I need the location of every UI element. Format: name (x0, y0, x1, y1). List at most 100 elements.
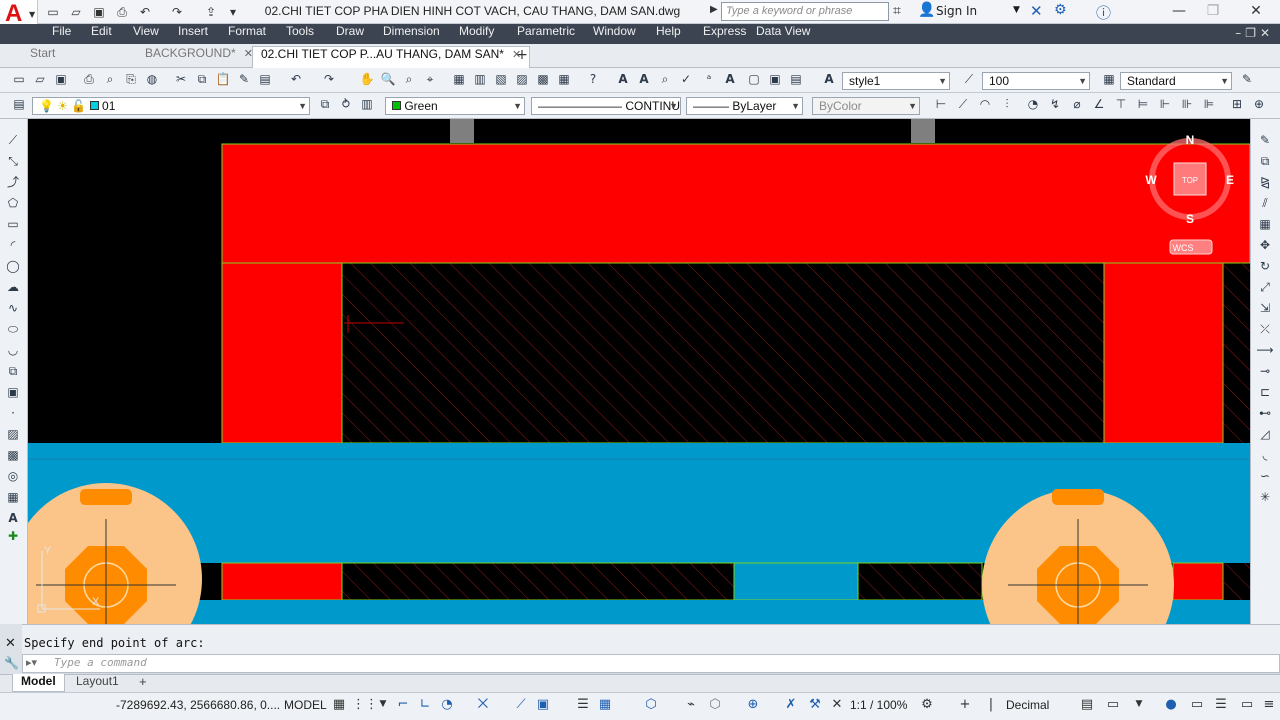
tab-start[interactable]: Start (22, 46, 63, 68)
menu-window[interactable]: Window (593, 24, 636, 44)
search-input[interactable]: Type a keyword or phrase (721, 2, 889, 21)
tab-layout1[interactable]: Layout1 (68, 674, 127, 692)
linetype-select[interactable]: ——————— CONTINUOUS ▼ (531, 97, 681, 115)
quick-properties-icon[interactable]: ▤ (1078, 696, 1096, 714)
menu-draw[interactable]: Draw (336, 24, 364, 44)
mtext-icon[interactable]: A (4, 510, 22, 528)
point-icon[interactable]: · (4, 405, 22, 423)
tab-current-drawing[interactable]: 02.CHI TIET COP P...AU THANG, DAM SAN* ✕ (252, 46, 531, 68)
layer-properties-icon[interactable]: ▤ (10, 96, 28, 114)
extend-icon[interactable]: ⟶ (1256, 342, 1274, 360)
polygon-icon[interactable]: ⬠ (4, 195, 22, 213)
menu-format[interactable]: Format (228, 24, 266, 44)
arc-length-icon[interactable]: ◠ (976, 96, 994, 114)
text-frame-icon[interactable]: ▢ (745, 71, 763, 89)
auto-scale-icon[interactable]: ⚒ (806, 696, 824, 714)
menu-file[interactable]: File (52, 24, 71, 44)
dim-break-icon[interactable]: ⊫ (1200, 96, 1218, 114)
trim-icon[interactable]: ⤫ (1256, 321, 1274, 339)
share-icon[interactable]: ⇪ (202, 3, 220, 20)
offset-icon[interactable]: ⫽ (1256, 195, 1274, 213)
tolerance-icon[interactable]: ⊞ (1228, 96, 1246, 114)
chevron-down-icon[interactable]: ▼ (374, 696, 392, 714)
hardware-acceleration-icon[interactable]: ● (1162, 696, 1180, 714)
array-icon[interactable]: ▦ (1256, 216, 1274, 234)
text-style-icon[interactable]: A (614, 71, 632, 89)
object-snap-icon[interactable]: ▣ (534, 696, 552, 714)
text-style-manager-icon[interactable]: A (820, 71, 838, 89)
copy-icon[interactable]: ⧉ (193, 71, 211, 89)
design-center-icon[interactable]: ▥ (471, 71, 489, 89)
menu-modify[interactable]: Modify (459, 24, 494, 44)
customization-icon[interactable]: ☰ (1212, 696, 1230, 714)
table-style-select[interactable]: Standard ▼ (1120, 72, 1232, 90)
markup-icon[interactable]: ▩ (534, 71, 552, 89)
menu-dimension[interactable]: Dimension (383, 24, 440, 44)
copy-object-icon[interactable]: ⧉ (1256, 153, 1274, 171)
print-icon[interactable]: ⎙ (113, 3, 131, 20)
justify-text-icon[interactable]: ▤ (787, 71, 805, 89)
revcloud-icon[interactable]: ☁ (4, 279, 22, 297)
sign-in-button[interactable]: Sign In (936, 4, 977, 18)
mtext-icon[interactable]: A (635, 71, 653, 89)
menu-tools[interactable]: Tools (286, 24, 314, 44)
construction-line-icon[interactable]: ⤡ (4, 153, 22, 171)
plot-icon[interactable]: ⎙ (80, 71, 98, 89)
tab-background[interactable]: BACKGROUND* ✕ (137, 46, 261, 68)
redo-icon[interactable]: ↷ (320, 71, 338, 89)
calculator-icon[interactable]: ▦ (555, 71, 573, 89)
dim-style-select[interactable]: 100 ▼ (982, 72, 1090, 90)
erase-icon[interactable]: ✎ (1256, 132, 1274, 150)
jogged-dim-icon[interactable]: ↯ (1046, 96, 1064, 114)
lock-ui-icon[interactable]: ▭ (1104, 696, 1122, 714)
close-icon[interactable]: ✕ (5, 636, 16, 651)
gear-icon[interactable]: ⚙ (918, 696, 936, 714)
qnew-icon[interactable]: ▭ (10, 71, 28, 89)
chevron-down-icon[interactable]: ▼ (1130, 696, 1148, 714)
polar-icon[interactable]: ◔ (438, 696, 456, 714)
ortho-icon[interactable]: ∟ (416, 696, 434, 714)
join-icon[interactable]: ⊷ (1256, 405, 1274, 423)
units-select[interactable]: Decimal (1006, 698, 1049, 712)
table-style-icon[interactable]: ▦ (1100, 71, 1118, 89)
chamfer-icon[interactable]: ◿ (1256, 426, 1274, 444)
3dprint-icon[interactable]: ◍ (143, 71, 161, 89)
menu-icon[interactable]: ≡ (1260, 696, 1278, 714)
radius-dim-icon[interactable]: ◔ (1024, 96, 1042, 114)
region-icon[interactable]: ◎ (4, 468, 22, 486)
snap-icon[interactable]: ⋮⋮ (352, 696, 378, 714)
annotation-scale-icon[interactable]: ✕ (828, 696, 846, 714)
matchprop-icon[interactable]: ✎ (235, 71, 253, 89)
document-window-controls[interactable]: –❐✕ (1235, 24, 1274, 44)
text-style-select[interactable]: style1 ▼ (842, 72, 950, 90)
new-tab-button[interactable]: + (513, 47, 531, 65)
insert-block-icon[interactable]: ⧉ (4, 363, 22, 381)
menu-view[interactable]: View (133, 24, 159, 44)
circle-icon[interactable]: ◯ (4, 258, 22, 276)
zoom-window-icon[interactable]: ⌕ (400, 71, 418, 89)
model-space-toggle[interactable]: MODEL (284, 698, 327, 712)
move-icon[interactable]: ✥ (1256, 237, 1274, 255)
zoom-realtime-icon[interactable]: 🔍 (379, 71, 397, 89)
menu-help[interactable]: Help (656, 24, 681, 44)
selection-cycling-icon[interactable]: ⬡ (642, 696, 660, 714)
rectangle-icon[interactable]: ▭ (4, 216, 22, 234)
help-icon[interactable]: ? (584, 71, 602, 89)
exchange-icon[interactable]: ✕ (1030, 2, 1043, 20)
rotate-icon[interactable]: ↻ (1256, 258, 1274, 276)
clean-screen-icon[interactable]: ▭ (1188, 696, 1206, 714)
save-icon[interactable]: ▣ (52, 71, 70, 89)
angular-dim-icon[interactable]: ∠ (1090, 96, 1108, 114)
center-mark-icon[interactable]: ⊕ (1250, 96, 1268, 114)
drawing-canvas[interactable]: Y X TOP N S E W WCS (28, 119, 1250, 624)
menu-insert[interactable]: Insert (178, 24, 208, 44)
tool-palettes-icon[interactable]: ▧ (492, 71, 510, 89)
new-icon[interactable]: ▭ (44, 3, 62, 20)
object-snap-tracking-icon[interactable]: ⟋ (512, 696, 530, 714)
find-text-icon[interactable]: ⌕ (656, 71, 674, 89)
hatch-icon[interactable]: ▨ (4, 426, 22, 444)
lineweight-icon[interactable]: ☰ (574, 696, 592, 714)
open-icon[interactable]: ▱ (67, 3, 85, 20)
spell-icon[interactable]: ✓ (677, 71, 695, 89)
a360-icon[interactable]: ⚙ (1054, 2, 1067, 18)
